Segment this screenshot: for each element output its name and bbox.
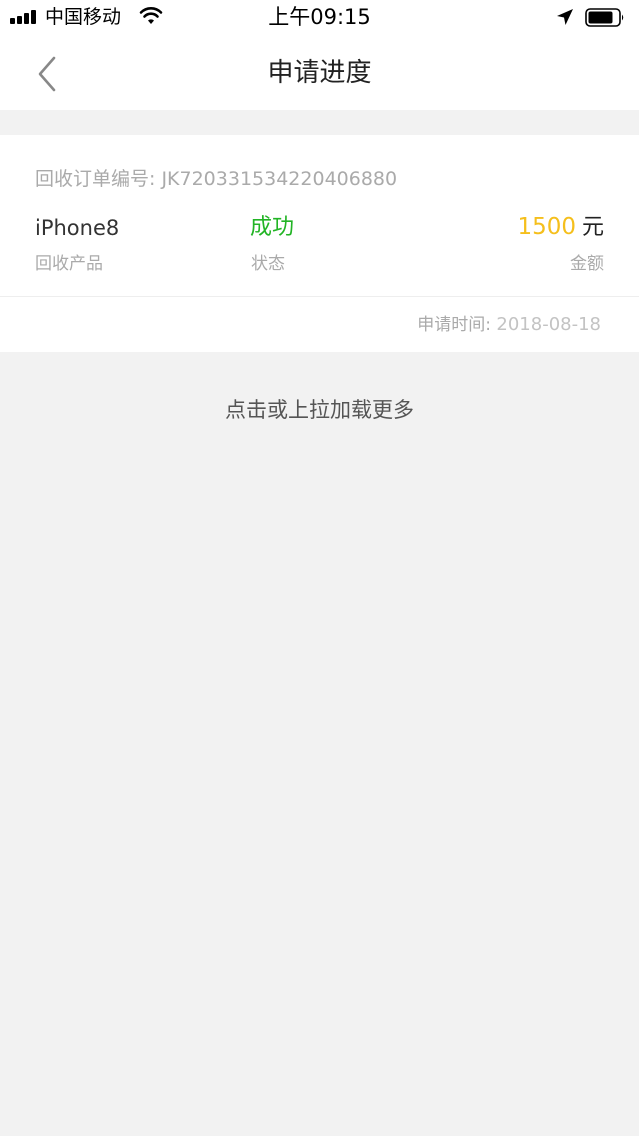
status-label: 状态 — [251, 254, 285, 274]
page-title: 申请进度 — [267, 58, 372, 88]
battery-icon — [585, 8, 624, 27]
status-time: 上午09:15 — [268, 5, 371, 29]
location-arrow-icon — [557, 9, 573, 25]
amount: 1500 元 — [517, 212, 604, 244]
product-name: iPhone8 — [35, 216, 120, 240]
load-more-button[interactable]: 点击或上拉加载更多 — [0, 395, 639, 425]
apply-time-label: 申请时间: — [417, 315, 497, 335]
nav-bar: 申请进度 — [0, 36, 639, 110]
product-label: 回收产品 — [35, 254, 103, 274]
divider — [0, 296, 639, 297]
order-number: 回收订单编号: JK72033153422040688​0 — [35, 168, 398, 190]
amount-value: 1500 — [517, 214, 576, 240]
status-value: 成功 — [250, 215, 295, 240]
status-bar: 中国移动 上午09:15 — [0, 0, 639, 36]
order-card[interactable]: 回收订单编号: JK72033153422040688​0 iPhone8 回收… — [0, 135, 639, 352]
amount-label: 金额 — [570, 254, 604, 274]
amount-unit: 元 — [581, 215, 604, 240]
apply-time: 申请时间: 2018-08-18 — [417, 313, 601, 337]
apply-time-value: 2018-08-18 — [496, 314, 601, 335]
